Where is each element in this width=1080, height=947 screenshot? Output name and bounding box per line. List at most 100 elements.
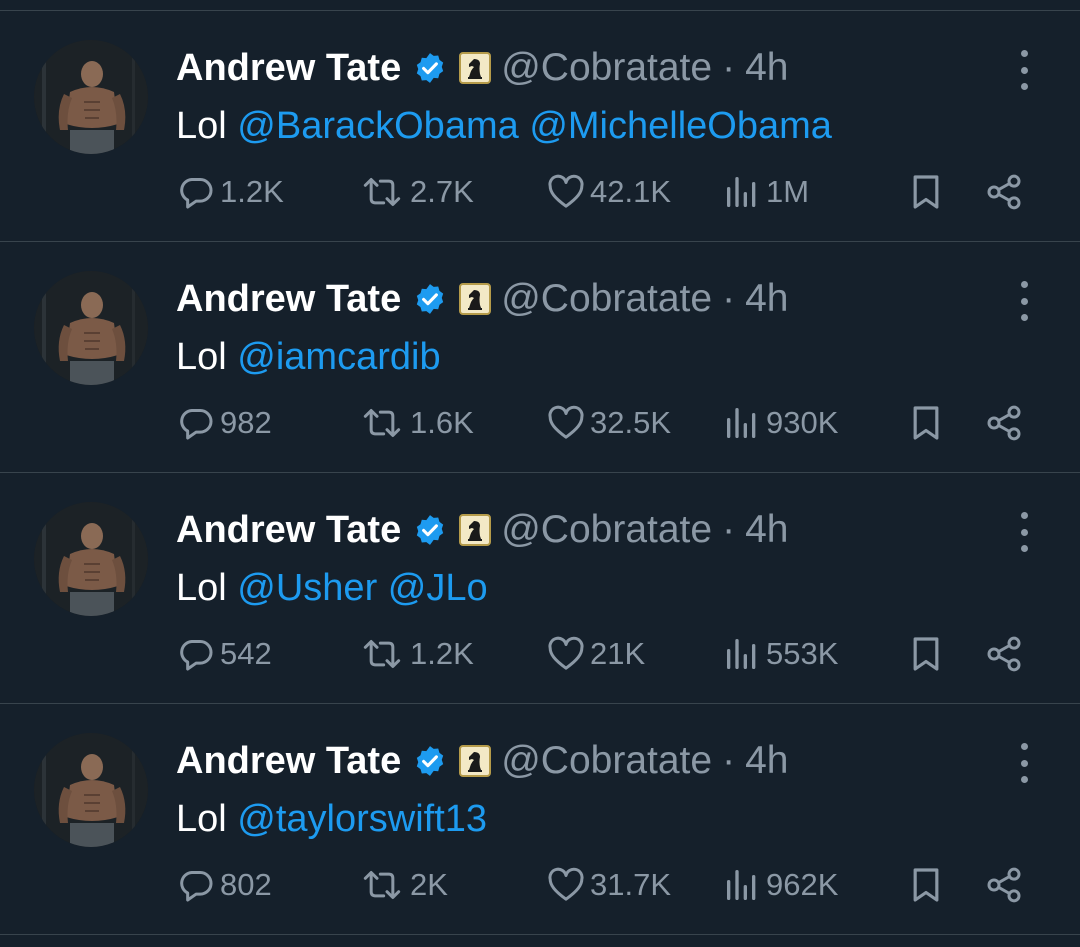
- chess-knight-icon[interactable]: [459, 745, 492, 777]
- reply-button[interactable]: 542: [176, 630, 272, 678]
- views-icon: [727, 408, 756, 438]
- chess-knight-icon[interactable]: [459, 283, 492, 315]
- views-button[interactable]: 930K: [722, 399, 838, 447]
- share-button[interactable]: [984, 399, 1024, 447]
- like-count: 42.1K: [590, 174, 672, 209]
- separator: ·: [722, 277, 736, 320]
- reply-count: 802: [220, 867, 272, 902]
- views-count: 962K: [766, 867, 839, 902]
- reply-count: 542: [220, 636, 272, 671]
- reply-icon: [180, 871, 213, 902]
- tweet[interactable]: Andrew Tate @Cobratate · 4h Lol @Usher @…: [0, 472, 1080, 704]
- like-icon: [548, 405, 584, 439]
- share-button[interactable]: [984, 861, 1024, 909]
- reply-button[interactable]: 802: [176, 861, 272, 909]
- retweet-count: 1.6K: [410, 405, 474, 440]
- bookmark-button[interactable]: [906, 861, 946, 909]
- retweet-icon: [363, 178, 401, 206]
- views-icon: [727, 870, 756, 900]
- avatar-photo: [34, 271, 148, 385]
- mentions: @Usher @JLo: [227, 567, 488, 609]
- tweet[interactable]: Andrew Tate @Cobratate · 4h Lol @iamcard…: [0, 241, 1080, 473]
- share-icon: [987, 174, 1021, 210]
- tweet-feed: Andrew Tate @Cobratate · 4h Lol @BarackO…: [0, 0, 1080, 947]
- mention-link[interactable]: @JLo: [388, 567, 488, 609]
- bookmark-button[interactable]: [906, 399, 946, 447]
- verified-badge-icon: [417, 515, 444, 545]
- tweet-text: Lol @BarackObama @MichelleObama: [176, 94, 832, 158]
- author-name[interactable]: Andrew Tate: [176, 740, 401, 783]
- like-icon: [548, 174, 584, 208]
- tweet-actions: 802 2K 31.7K 962K: [0, 861, 1080, 909]
- bookmark-button[interactable]: [906, 630, 946, 678]
- share-icon: [987, 405, 1021, 441]
- views-button[interactable]: 1M: [722, 168, 809, 216]
- author-name[interactable]: Andrew Tate: [176, 47, 401, 90]
- share-button[interactable]: [984, 630, 1024, 678]
- tweet-header: Andrew Tate @Cobratate · 4h: [176, 500, 788, 560]
- retweet-button[interactable]: 2.7K: [358, 168, 474, 216]
- views-count: 1M: [766, 174, 810, 209]
- mention-link[interactable]: @MichelleObama: [529, 105, 832, 147]
- verified-badge-icon: [417, 284, 444, 314]
- views-button[interactable]: 962K: [722, 861, 838, 909]
- author-name[interactable]: Andrew Tate: [176, 278, 401, 321]
- chess-knight-icon[interactable]: [459, 52, 492, 84]
- chess-knight-icon[interactable]: [459, 514, 492, 546]
- reply-icon: [180, 640, 213, 671]
- like-button[interactable]: 31.7K: [546, 861, 671, 909]
- like-icon: [548, 636, 584, 670]
- mention-link[interactable]: @BarackObama: [237, 105, 518, 147]
- avatar[interactable]: [34, 271, 148, 385]
- mention-link[interactable]: @Usher: [237, 567, 377, 609]
- tweet-actions: 1.2K 2.7K 42.1K 1M: [0, 168, 1080, 216]
- like-button[interactable]: 21K: [546, 630, 645, 678]
- avatar[interactable]: [34, 502, 148, 616]
- author-handle[interactable]: @Cobratate: [501, 508, 712, 552]
- share-button[interactable]: [984, 168, 1024, 216]
- like-button[interactable]: 42.1K: [546, 168, 671, 216]
- author-name[interactable]: Andrew Tate: [176, 509, 401, 552]
- tweet-actions: 982 1.6K 32.5K 930K: [0, 399, 1080, 447]
- views-button[interactable]: 553K: [722, 630, 838, 678]
- more-vertical-icon[interactable]: [1010, 281, 1038, 321]
- timestamp[interactable]: 4h: [745, 46, 788, 90]
- timestamp[interactable]: 4h: [745, 277, 788, 321]
- bookmark-button[interactable]: [906, 168, 946, 216]
- avatar[interactable]: [34, 40, 148, 154]
- like-count: 32.5K: [590, 405, 672, 440]
- reply-icon: [180, 409, 213, 440]
- more-vertical-icon[interactable]: [1010, 512, 1038, 552]
- views-icon: [727, 639, 756, 669]
- retweet-button[interactable]: 2K: [358, 861, 448, 909]
- reply-button[interactable]: 1.2K: [176, 168, 284, 216]
- mentions: @BarackObama @MichelleObama: [227, 105, 832, 147]
- more-vertical-icon[interactable]: [1010, 743, 1038, 783]
- tweet[interactable]: Andrew Tate @Cobratate · 4h Lol @BarackO…: [0, 10, 1080, 242]
- separator: ·: [722, 739, 736, 782]
- author-handle[interactable]: @Cobratate: [501, 277, 712, 321]
- tweet-header: Andrew Tate @Cobratate · 4h: [176, 269, 788, 329]
- like-button[interactable]: 32.5K: [546, 399, 671, 447]
- timestamp[interactable]: 4h: [745, 508, 788, 552]
- mention-link[interactable]: @taylorswift13: [237, 798, 487, 840]
- timestamp[interactable]: 4h: [745, 739, 788, 783]
- tweet-text: Lol @taylorswift13: [176, 787, 487, 851]
- more-vertical-icon[interactable]: [1010, 50, 1038, 90]
- retweet-button[interactable]: 1.2K: [358, 630, 474, 678]
- retweet-count: 2.7K: [410, 174, 474, 209]
- mention-link[interactable]: @iamcardib: [237, 336, 440, 378]
- tweet[interactable]: Andrew Tate @Cobratate · 4h Lol @taylors…: [0, 703, 1080, 935]
- reply-button[interactable]: 982: [176, 399, 272, 447]
- tweet-actions: 542 1.2K 21K 553K: [0, 630, 1080, 678]
- like-count: 21K: [590, 636, 646, 671]
- views-count: 553K: [766, 636, 839, 671]
- views-icon: [727, 177, 756, 207]
- author-handle[interactable]: @Cobratate: [501, 739, 712, 783]
- avatar-photo: [34, 502, 148, 616]
- like-icon: [548, 867, 584, 901]
- avatar[interactable]: [34, 733, 148, 847]
- avatar-photo: [34, 733, 148, 847]
- author-handle[interactable]: @Cobratate: [501, 46, 712, 90]
- retweet-button[interactable]: 1.6K: [358, 399, 474, 447]
